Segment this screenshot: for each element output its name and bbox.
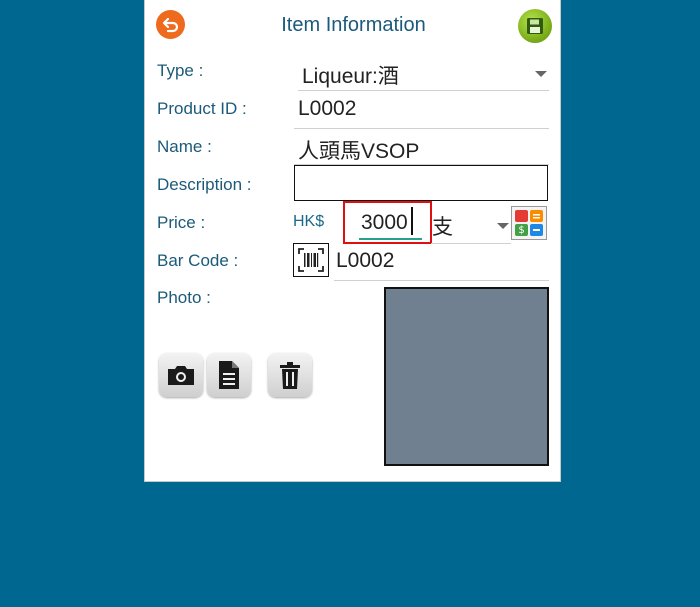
page-title: Item Information — [281, 14, 426, 36]
product-id-underline — [294, 128, 549, 129]
name-label: Name : — [157, 137, 212, 156]
bar-code-underline — [334, 280, 549, 281]
svg-text:$: $ — [518, 225, 524, 236]
description-label: Description : — [157, 175, 252, 194]
product-id-field[interactable]: L0002 — [298, 97, 356, 121]
bar-code-label: Bar Code : — [157, 251, 239, 270]
save-button[interactable] — [518, 9, 552, 43]
text-cursor — [411, 207, 413, 235]
take-photo-button[interactable] — [159, 353, 203, 397]
calculator-icon: $ — [515, 210, 543, 236]
chevron-down-icon[interactable] — [535, 71, 547, 77]
bar-code-field[interactable]: L0002 — [336, 249, 394, 273]
choose-file-button[interactable] — [207, 353, 251, 397]
barcode-scan-icon — [298, 248, 324, 272]
document-icon — [219, 361, 239, 389]
type-label: Type : — [157, 61, 204, 80]
description-field[interactable] — [294, 165, 548, 201]
type-select-value[interactable]: Liqueur:酒 — [302, 60, 399, 90]
save-floppy-icon — [527, 18, 543, 34]
unit-select-value[interactable]: 支 — [432, 211, 453, 241]
currency-label: HK$ — [293, 213, 325, 230]
scan-barcode-button[interactable] — [293, 243, 329, 277]
trash-icon — [280, 362, 300, 389]
photo-preview[interactable] — [384, 287, 549, 466]
unit-underline — [431, 243, 511, 244]
photo-label: Photo : — [157, 288, 211, 307]
delete-photo-button[interactable] — [268, 353, 312, 397]
calculator-button[interactable]: $ — [511, 206, 547, 240]
item-information-panel: Item Information Type : Liqueur:酒 Produc… — [144, 0, 561, 482]
camera-icon — [168, 366, 194, 385]
unit-chevron-down-icon[interactable] — [497, 223, 509, 229]
name-field[interactable]: 人頭馬VSOP — [298, 135, 419, 165]
type-underline — [298, 90, 549, 91]
price-field[interactable]: 3000 — [361, 211, 408, 235]
price-underline — [359, 238, 422, 240]
product-id-label: Product ID : — [157, 99, 247, 118]
price-label: Price : — [157, 213, 206, 232]
